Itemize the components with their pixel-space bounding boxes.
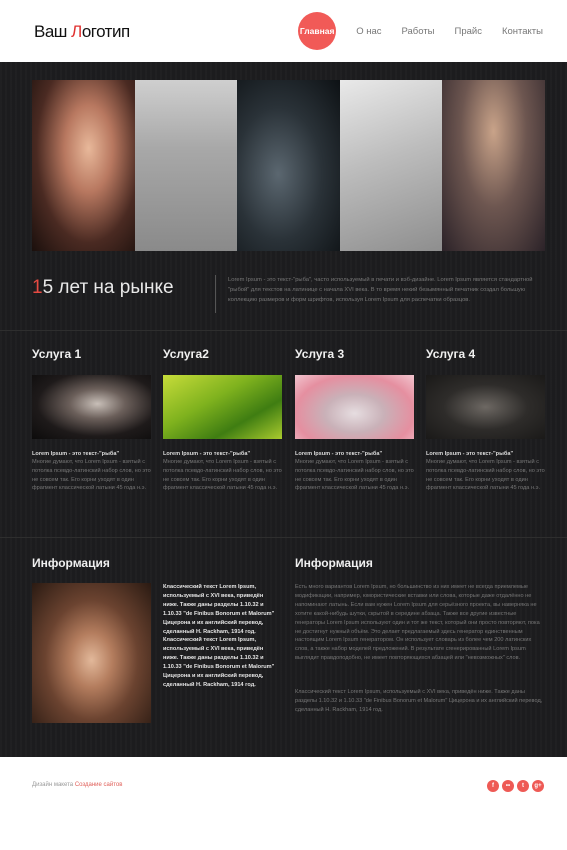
service-image[interactable] [426,375,545,439]
divider [215,275,216,313]
service-card: Услуга 3 Lorem Ipsum - это текст-"рыба" … [295,347,414,493]
footer-credit: Дизайн макета Создание сайтов [32,782,122,788]
service-text: Многие думают, что Lorem Ipsum - взятый … [32,459,151,492]
main-nav: Главная О нас Работы Прайс Контакты [298,12,543,50]
nav-item-about[interactable]: О нас [356,26,381,37]
years-heading: 15 лет на рынке [32,277,174,299]
service-subtitle: Lorem Ipsum - это текст-"рыба" [32,451,120,457]
info-right-paragraph: Есть много вариантов Lorem Ipsum, но бол… [295,584,540,662]
years-text: 5 лет на рынке [42,277,174,298]
about-text: Lorem Ipsum - это текст-"рыба", часто ис… [228,277,533,303]
main-content: 15 лет на рынке Lorem Ipsum - это текст-… [0,62,567,757]
nav-item-home[interactable]: Главная [298,12,337,50]
nav-item-price[interactable]: Прайс [455,26,482,37]
service-title[interactable]: Услуга2 [163,347,282,369]
info-left-title: Информация [32,556,110,570]
hero-gallery [32,80,545,251]
service-text: Многие думают, что Lorem Ipsum - взятый … [426,459,545,492]
service-title[interactable]: Услуга 4 [426,347,545,369]
gallery-photo [442,80,545,251]
credit-prefix: Дизайн макета [32,782,75,788]
nav-item-works[interactable]: Работы [402,26,435,37]
site-header: Ваш Логотип Главная О нас Работы Прайс К… [0,0,567,62]
service-image[interactable] [295,375,414,439]
flickr-icon[interactable]: •• [502,780,514,792]
service-subtitle: Lorem Ipsum - это текст-"рыба" [163,451,251,457]
gallery-photo [134,80,238,251]
gallery-photo [339,80,443,251]
gallery-photo [32,80,135,251]
credit-link[interactable]: Создание сайтов [75,782,123,788]
logo-text-2: оготип [81,22,130,41]
social-links: f •• t g+ [484,780,544,792]
logo-text-accent: Л [71,22,82,41]
twitter-icon[interactable]: t [517,780,529,792]
site-footer: Дизайн макета Создание сайтов f •• t g+ [0,757,567,850]
facebook-icon[interactable]: f [487,780,499,792]
service-title[interactable]: Услуга 1 [32,347,151,369]
service-card: Услуга 4 Lorem Ipsum - это текст-"рыба" … [426,347,545,493]
info-left-text: Классический текст Lorem Ipsum, использу… [163,584,275,688]
google-plus-icon[interactable]: g+ [532,780,544,792]
service-text: Многие думают, что Lorem Ipsum - взятый … [163,459,282,492]
divider [0,330,567,331]
gallery-photo [237,80,340,251]
info-right-paragraph: Классический текст Lorem Ipsum, использу… [295,689,543,713]
info-photo [32,583,151,723]
service-image[interactable] [163,375,282,439]
site-logo[interactable]: Ваш Логотип [34,22,130,42]
service-text: Многие думают, что Lorem Ipsum - взятый … [295,459,414,492]
service-card: Услуга 1 Lorem Ipsum - это текст-"рыба" … [32,347,151,493]
service-image[interactable] [32,375,151,439]
service-card: Услуга2 Lorem Ipsum - это текст-"рыба" М… [163,347,282,493]
service-subtitle: Lorem Ipsum - это текст-"рыба" [295,451,383,457]
logo-text-1: Ваш [34,22,72,41]
services-section: Услуга 1 Lorem Ipsum - это текст-"рыба" … [32,347,545,547]
years-number: 1 [32,277,43,298]
service-subtitle: Lorem Ipsum - это текст-"рыба" [426,451,514,457]
service-title[interactable]: Услуга 3 [295,347,414,369]
divider [0,537,567,538]
nav-item-contacts[interactable]: Контакты [502,26,543,37]
info-right-title: Информация [295,556,373,570]
